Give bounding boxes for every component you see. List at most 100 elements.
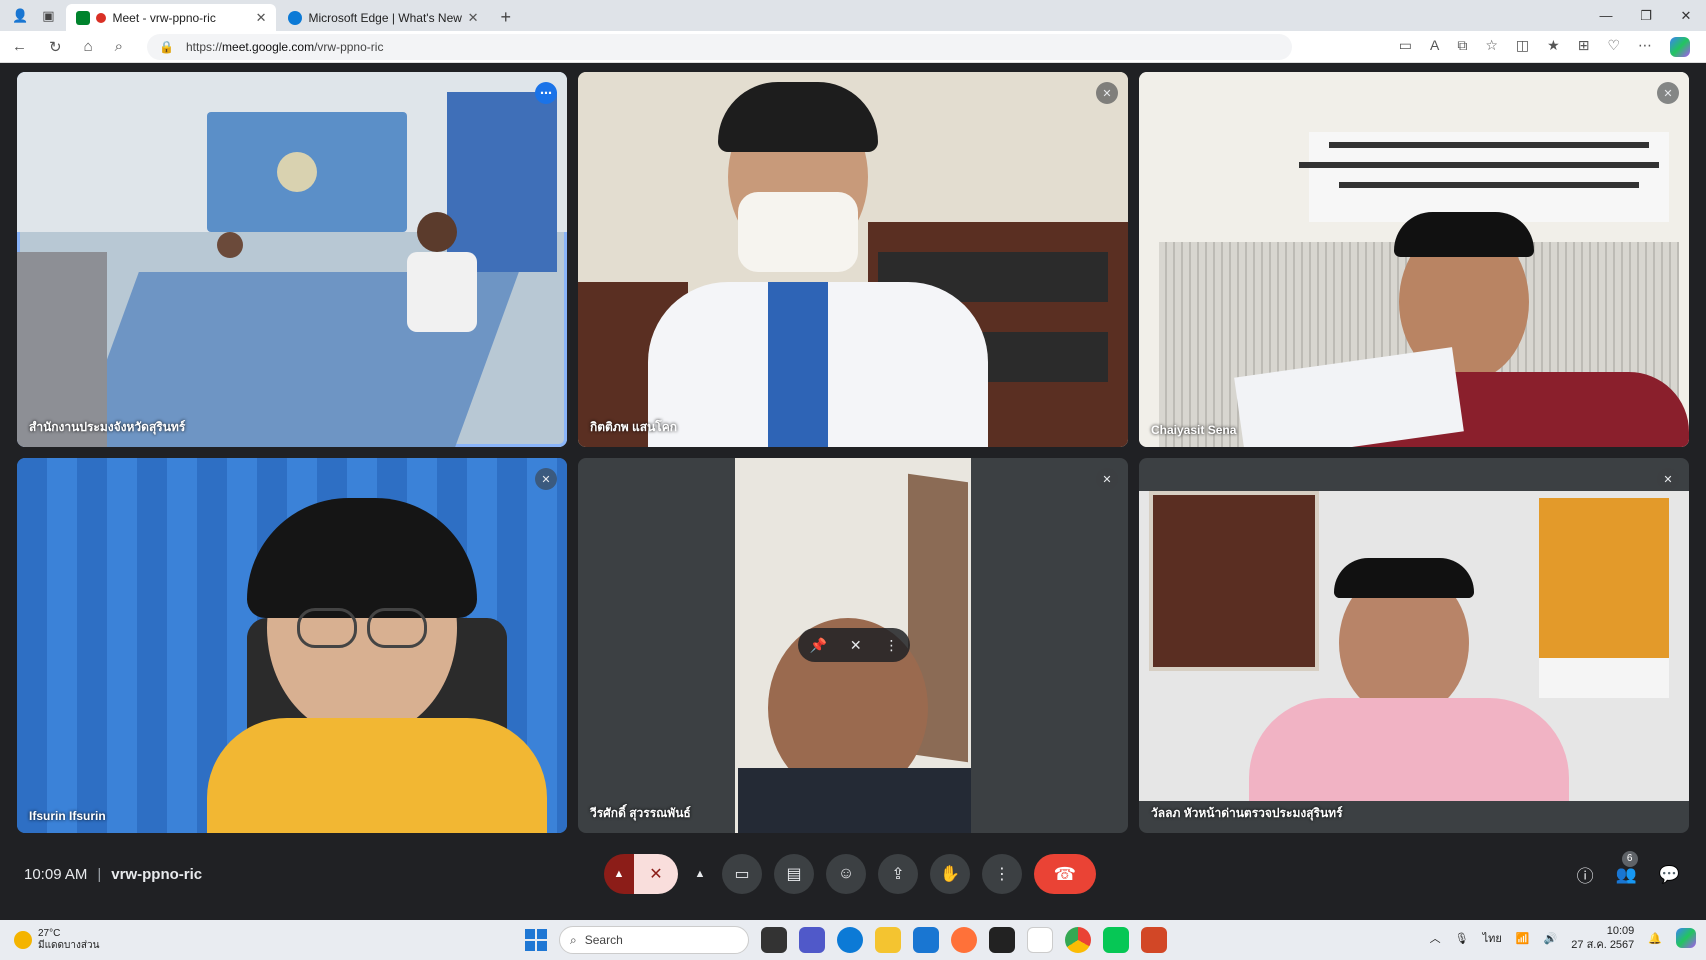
firefox-icon[interactable]: [951, 927, 977, 953]
task-view-icon[interactable]: [761, 927, 787, 953]
participant-name: Ifsurin Ifsurin: [29, 809, 106, 823]
meeting-separator: |: [97, 866, 102, 883]
close-tab-icon[interactable]: ✕: [256, 10, 267, 26]
search-icon[interactable]: ⌕: [115, 38, 123, 56]
participant-name: Chaiyasit Sena: [1151, 423, 1237, 437]
meeting-code: vrw-ppno-ric: [111, 866, 203, 883]
mic-control-group: ▲ ✕: [604, 854, 678, 894]
meet-favicon-icon: [76, 10, 91, 25]
tab-edge-whats-new[interactable]: Microsoft Edge | What's New ✕: [278, 4, 488, 31]
amazon-icon[interactable]: [1027, 927, 1053, 953]
participant-tile-1[interactable]: ⋯ สำนักงานประมงจังหวัดสุรินทร์: [17, 72, 567, 447]
edge-favicon-icon: [288, 10, 303, 25]
teams-icon[interactable]: [799, 927, 825, 953]
url-host: meet.google.com: [222, 39, 315, 54]
copilot-icon[interactable]: [1670, 36, 1690, 57]
captions-button[interactable]: ▤: [774, 854, 814, 894]
participant-name: กิตติภพ แสนโคก: [590, 420, 678, 434]
close-tab-icon[interactable]: ✕: [468, 10, 479, 26]
pin-icon[interactable]: 📌: [809, 637, 826, 654]
dropbox-icon[interactable]: [989, 927, 1015, 953]
notification-bell-icon[interactable]: 🔔: [1648, 932, 1662, 945]
muted-mic-icon: ✕: [1096, 468, 1118, 490]
clock-date: 27 ส.ค. 2567: [1571, 939, 1635, 951]
participant-tile-2[interactable]: ✕ กิตติภพ แสนโคก: [578, 72, 1128, 447]
microphone-tray-icon[interactable]: 🎙: [1455, 932, 1469, 945]
participant-name: สำนักงานประมงจังหวัดสุรินทร์: [29, 420, 186, 434]
chat-icon[interactable]: 💬: [1659, 865, 1680, 885]
refresh-icon[interactable]: ↻: [49, 38, 62, 56]
taskbar-search[interactable]: ⌕ Search: [559, 926, 749, 954]
new-tab-button[interactable]: +: [490, 4, 521, 31]
participant-name: วีรศักดิ์ สุวรรณพันธ์: [590, 806, 691, 820]
lock-icon: 🔒: [159, 39, 174, 54]
powerpoint-icon[interactable]: [1141, 927, 1167, 953]
url-path: /vrw-ppno-ric: [314, 39, 384, 54]
mail-icon[interactable]: [913, 927, 939, 953]
mic-muted-button[interactable]: ✕: [634, 854, 678, 894]
browser-essentials-icon[interactable]: ♡: [1607, 37, 1620, 57]
browser-tab-bar: 👤 ▣ Meet - vrw-ppno-ric ✕ Microsoft Edge…: [0, 0, 1706, 31]
favorite-star-icon[interactable]: ☆: [1485, 37, 1498, 57]
meeting-details-icon[interactable]: ⓘ: [1577, 862, 1594, 887]
participant-tile-5[interactable]: 📌 ✕ ⋮ ✕ วีรศักดิ์ สุวรรณพันธ์: [578, 458, 1128, 833]
favorites-icon[interactable]: ★: [1547, 37, 1560, 57]
meet-stage: ⋯ สำนักงานประมงจังหวัดสุรินทร์ ✕ กิตติภพ…: [4, 64, 1702, 914]
more-options-icon[interactable]: ⋯: [535, 82, 557, 104]
camera-icon[interactable]: ▭: [1399, 37, 1412, 57]
chrome-icon[interactable]: [1065, 927, 1091, 953]
weather-widget[interactable]: 27°C มีแดดบางส่วน: [0, 928, 200, 952]
present-screen-button[interactable]: ⇪: [878, 854, 918, 894]
participant-tile-6[interactable]: ✕ วัลลภ หัวหน้าด่านตรวจประมงสุรินทร์: [1139, 458, 1689, 833]
input-language[interactable]: ไทย: [1483, 929, 1502, 947]
audio-settings-chevron-icon[interactable]: ▲: [604, 854, 634, 894]
more-options-button[interactable]: ⋮: [982, 854, 1022, 894]
participant-hover-controls: 📌 ✕ ⋮: [798, 628, 910, 662]
tray-chevron-icon[interactable]: ︿: [1430, 930, 1441, 946]
clock-time: 10:09: [1606, 925, 1635, 937]
mute-participant-icon[interactable]: ✕: [850, 637, 862, 654]
meeting-time: 10:09 AM: [24, 866, 88, 883]
meeting-controls-bar: 10:09 AM | vrw-ppno-ric ▲ ✕ ▲ ▭ ▤ ☺ ⇪ ✋ …: [4, 840, 1702, 914]
extension-icon[interactable]: ⧉: [1457, 37, 1467, 57]
camera-button[interactable]: ▭: [722, 854, 762, 894]
windows-taskbar: 27°C มีแดดบางส่วน ⌕ Search ︿ 🎙 ไทย 📶 🔊 10…: [0, 920, 1706, 960]
clock[interactable]: 10:09 27 ส.ค. 2567: [1571, 924, 1634, 952]
people-button[interactable]: 👥 6: [1616, 850, 1638, 885]
leave-call-button[interactable]: ☎: [1034, 854, 1096, 894]
tab-edge-title: Microsoft Edge | What's New: [308, 10, 462, 25]
copilot-taskbar-icon[interactable]: [1676, 928, 1696, 948]
video-settings-chevron-icon[interactable]: ▲: [690, 854, 710, 894]
muted-mic-icon: ✕: [1657, 468, 1679, 490]
sun-cloud-icon: [14, 931, 32, 949]
raise-hand-button[interactable]: ✋: [930, 854, 970, 894]
collections-icon[interactable]: ⊞: [1578, 37, 1590, 57]
participant-name: วัลลภ หัวหน้าด่านตรวจประมงสุรินทร์: [1151, 806, 1343, 820]
split-screen-icon[interactable]: ◫: [1516, 37, 1529, 57]
minimize-icon[interactable]: —: [1586, 8, 1626, 23]
muted-mic-icon: ✕: [535, 468, 557, 490]
participant-tile-4[interactable]: ✕ Ifsurin Ifsurin: [17, 458, 567, 833]
search-icon: ⌕: [570, 932, 577, 947]
restore-icon[interactable]: ❐: [1626, 8, 1666, 24]
home-icon[interactable]: ⌂: [84, 38, 93, 56]
profile-icon[interactable]: 👤: [12, 8, 28, 24]
line-icon[interactable]: [1103, 927, 1129, 953]
close-window-icon[interactable]: ✕: [1666, 8, 1706, 24]
weather-desc: มีแดดบางส่วน: [38, 940, 100, 951]
edge-icon[interactable]: [837, 927, 863, 953]
read-aloud-icon[interactable]: A: [1430, 37, 1439, 57]
recording-dot-icon: [96, 12, 107, 23]
back-icon[interactable]: ←: [12, 38, 27, 56]
file-explorer-icon[interactable]: [875, 927, 901, 953]
settings-more-icon[interactable]: ⋯: [1638, 37, 1652, 57]
tab-actions-icon[interactable]: ▣: [42, 8, 54, 24]
participant-more-icon[interactable]: ⋮: [885, 637, 899, 654]
wifi-icon[interactable]: 📶: [1516, 932, 1530, 945]
volume-icon[interactable]: 🔊: [1544, 932, 1558, 945]
url-field[interactable]: 🔒 https://meet.google.com/vrw-ppno-ric: [147, 33, 1293, 60]
emoji-reaction-button[interactable]: ☺: [826, 854, 866, 894]
tab-meet[interactable]: Meet - vrw-ppno-ric ✕: [66, 4, 277, 31]
start-icon[interactable]: [525, 929, 547, 951]
participant-tile-3[interactable]: ✕ Chaiyasit Sena: [1139, 72, 1689, 447]
